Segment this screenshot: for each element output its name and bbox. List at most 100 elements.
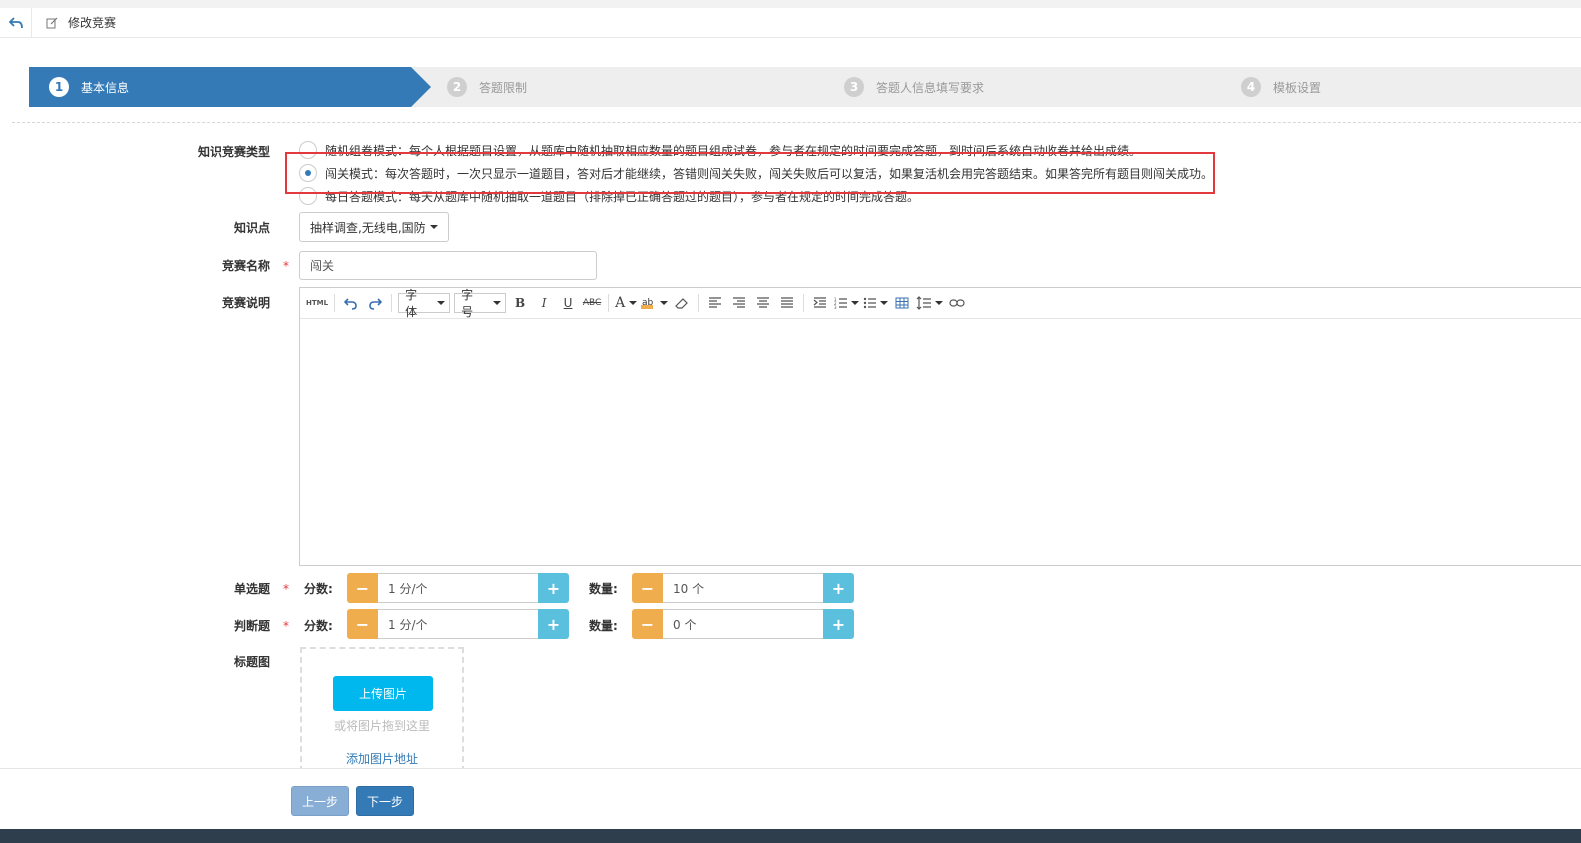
upload-hint: 或将图片拖到这里 [333, 719, 430, 733]
step-label: 答题人信息填写要求 [876, 80, 985, 95]
decrement-button[interactable]: − [347, 573, 378, 603]
form-footer: 上一步 下一步 [0, 768, 1581, 829]
undo-icon[interactable] [341, 293, 361, 313]
step-participant-info[interactable]: 3 答题人信息填写要求 [844, 67, 984, 107]
highlight-color-icon[interactable]: ab [641, 293, 669, 313]
judge-count-label: 数量: [589, 619, 618, 633]
font-color-icon[interactable]: A [615, 293, 638, 313]
italic-icon[interactable]: I [534, 293, 554, 313]
judge-score-stepper: − + [347, 609, 569, 639]
step-arrow [411, 67, 431, 107]
step-label: 答题限制 [479, 80, 528, 95]
increment-button[interactable]: + [823, 609, 854, 639]
line-height-icon[interactable] [916, 293, 944, 313]
page-title-text: 修改竞赛 [68, 16, 117, 30]
align-justify-icon[interactable] [777, 293, 797, 313]
judge-score-label: 分数: [304, 619, 333, 633]
decrement-button[interactable]: − [632, 609, 663, 639]
step-template[interactable]: 4 模板设置 [1241, 67, 1321, 107]
back-button[interactable] [0, 8, 32, 37]
step-answer-limits[interactable]: 2 答题限制 [447, 67, 527, 107]
indent-icon[interactable] [810, 293, 830, 313]
required-mark: * [283, 259, 289, 273]
single-count-label: 数量: [589, 582, 618, 596]
back-arrow-icon [8, 16, 23, 28]
toolbar-separator [334, 294, 336, 312]
step-number: 4 [1241, 77, 1261, 97]
step-label: 基本信息 [81, 80, 130, 95]
increment-button[interactable]: + [538, 573, 569, 603]
toolbar-separator [803, 294, 805, 312]
judge-score-input[interactable] [378, 609, 538, 639]
font-family-select[interactable]: 字体 [398, 288, 451, 319]
single-score-input[interactable] [378, 573, 538, 603]
single-count-input[interactable] [663, 573, 823, 603]
ordered-list-icon[interactable]: 123 [834, 293, 860, 313]
font-size-text: 字号 [461, 288, 474, 319]
caret-down-icon [429, 225, 438, 229]
knowledge-value: 抽样调查,无线电,国防 [310, 220, 426, 235]
font-family-text: 字体 [405, 288, 418, 319]
competition-name-input[interactable] [299, 251, 597, 280]
single-choice-label: 单选题 [233, 582, 270, 596]
eraser-icon[interactable] [672, 293, 692, 313]
page-title: 修改竞赛 [46, 8, 116, 37]
increment-button[interactable]: + [823, 573, 854, 603]
editor-toolbar: HTML 字体 字号 B I U ABC A ab 123 [300, 288, 1581, 319]
svg-text:ab: ab [642, 298, 654, 308]
caret-down-icon [493, 301, 502, 305]
single-score-stepper: − + [347, 573, 569, 603]
section-divider [12, 122, 1581, 123]
toolbar-separator [391, 294, 393, 312]
redo-icon[interactable] [365, 293, 385, 313]
step-label: 模板设置 [1273, 80, 1322, 95]
svg-text:3: 3 [834, 305, 837, 309]
align-right-icon[interactable] [729, 293, 749, 313]
font-size-select[interactable]: 字号 [454, 288, 507, 319]
decrement-button[interactable]: − [632, 573, 663, 603]
single-count-stepper: − + [632, 573, 854, 603]
increment-button[interactable]: + [538, 609, 569, 639]
step-number: 2 [447, 77, 467, 97]
next-step-button[interactable]: 下一步 [356, 786, 414, 816]
upload-image-button[interactable]: 上传图片 [333, 676, 433, 711]
image-upload-dropzone[interactable]: 上传图片 或将图片拖到这里 添加图片地址 [300, 647, 464, 772]
top-strip [0, 0, 1581, 8]
single-score-label: 分数: [304, 582, 333, 596]
align-left-icon[interactable] [705, 293, 725, 313]
page-header: 修改竞赛 [0, 8, 1581, 38]
strikethrough-icon[interactable]: ABC [582, 293, 602, 313]
step-number: 1 [49, 77, 69, 97]
editor-content-area[interactable] [300, 319, 1581, 566]
align-center-icon[interactable] [753, 293, 773, 313]
table-icon[interactable] [892, 293, 912, 313]
cover-image-label: 标题图 [233, 655, 270, 669]
decrement-button[interactable]: − [347, 609, 378, 639]
add-image-url-link[interactable]: 添加图片地址 [302, 750, 462, 767]
toolbar-separator [698, 294, 700, 312]
judge-count-stepper: − + [632, 609, 854, 639]
judge-count-input[interactable] [663, 609, 823, 639]
competition-type-label: 知识竞赛类型 [197, 145, 270, 159]
true-false-label: 判断题 [233, 619, 270, 633]
highlight-box [285, 152, 1215, 194]
knowledge-dropdown[interactable]: 抽样调查,无线电,国防 [299, 212, 449, 242]
required-mark: * [283, 619, 289, 633]
link-icon[interactable] [947, 293, 967, 313]
knowledge-label: 知识点 [233, 221, 270, 235]
bold-icon[interactable]: B [510, 293, 530, 313]
bottom-bar [0, 829, 1581, 843]
competition-desc-label: 竞赛说明 [221, 296, 270, 310]
html-source-button[interactable]: HTML [306, 293, 328, 313]
wizard-steps: 1 基本信息 2 答题限制 3 答题人信息填写要求 4 模板设置 [29, 67, 1581, 107]
underline-icon[interactable]: U [558, 293, 578, 313]
required-mark: * [283, 582, 289, 596]
step-basic-info[interactable]: 1 基本信息 [29, 67, 411, 107]
rich-text-editor[interactable]: HTML 字体 字号 B I U ABC A ab 123 [299, 287, 1581, 566]
caret-down-icon [437, 301, 446, 305]
step-number: 3 [844, 77, 864, 97]
unordered-list-icon[interactable] [863, 293, 889, 313]
edit-icon [46, 17, 58, 28]
competition-name-label: 竞赛名称 [221, 259, 270, 273]
prev-step-button[interactable]: 上一步 [291, 786, 349, 816]
